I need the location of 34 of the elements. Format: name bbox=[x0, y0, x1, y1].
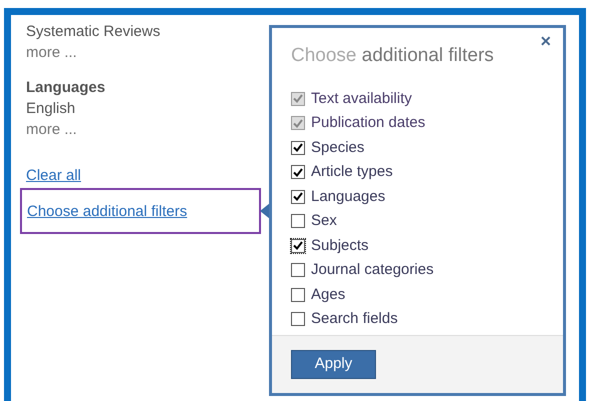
close-button[interactable]: × bbox=[540, 32, 551, 50]
checkbox[interactable] bbox=[290, 213, 306, 230]
check-icon bbox=[293, 94, 303, 104]
checkbox[interactable] bbox=[290, 238, 306, 254]
more-link[interactable]: more ... bbox=[26, 119, 77, 140]
filter-label: Text availability bbox=[311, 88, 412, 108]
facet-value: English bbox=[26, 99, 76, 119]
clear-all-link[interactable]: Clear all bbox=[26, 165, 82, 186]
choose-filters-link[interactable]: Choose additional filters bbox=[27, 200, 188, 222]
checkbox[interactable] bbox=[290, 188, 306, 205]
filter-label: Languages bbox=[311, 186, 386, 206]
filter-label: Sex bbox=[311, 211, 337, 231]
check-icon bbox=[293, 168, 303, 177]
popup-title: Choose additional filters bbox=[291, 44, 495, 68]
facet-value: Systematic Reviews bbox=[26, 22, 160, 42]
filter-label: Species bbox=[311, 138, 364, 158]
filter-label: Search fields bbox=[311, 309, 398, 329]
more-link[interactable]: more ... bbox=[26, 42, 77, 63]
filter-label: Article types bbox=[311, 162, 393, 182]
check-icon bbox=[293, 143, 303, 152]
apply-button[interactable]: Apply bbox=[291, 350, 376, 379]
filter-label: Publication dates bbox=[311, 113, 426, 133]
filter-label: Journal categories bbox=[311, 260, 434, 280]
check-icon bbox=[293, 192, 303, 202]
checkbox[interactable] bbox=[290, 311, 306, 328]
check-icon bbox=[293, 118, 303, 128]
filter-label: Ages bbox=[311, 284, 346, 304]
checkbox[interactable] bbox=[290, 286, 306, 303]
checkbox[interactable] bbox=[290, 262, 306, 278]
check-icon bbox=[293, 241, 303, 250]
filter-label: Subjects bbox=[311, 236, 369, 256]
checkbox[interactable] bbox=[290, 140, 306, 156]
checkbox[interactable] bbox=[290, 164, 306, 180]
facet-heading: Languages bbox=[26, 78, 106, 98]
